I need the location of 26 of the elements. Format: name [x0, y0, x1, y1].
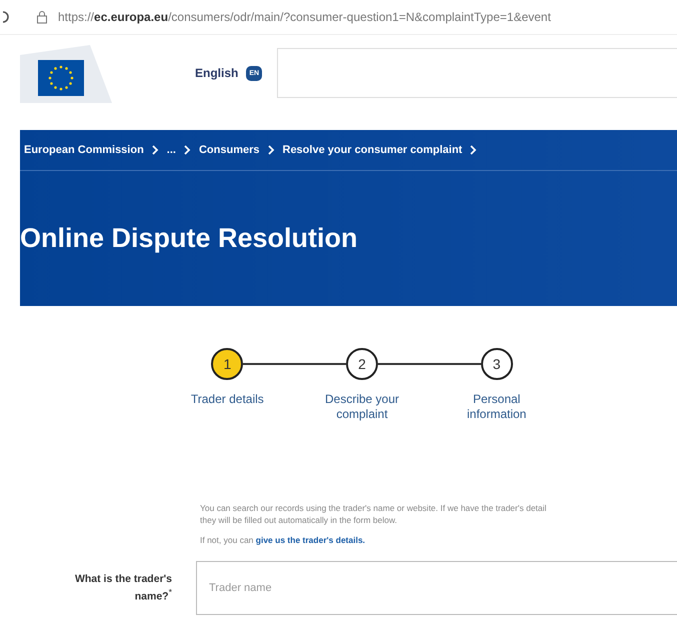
chevron-icon — [184, 145, 191, 155]
step-label: Personal information — [466, 392, 528, 422]
breadcrumb-link[interactable]: Consumers — [198, 144, 260, 156]
breadcrumb-link[interactable]: Resolve your consumer complaint — [282, 144, 462, 156]
step-indicator: 1 — [211, 348, 244, 380]
eu-logo[interactable] — [20, 43, 112, 103]
chevron-icon — [152, 145, 159, 155]
reload-icon[interactable] — [2, 10, 10, 24]
chevron-icon — [268, 145, 274, 155]
chevron-icon — [470, 145, 478, 155]
breadcrumb-link[interactable]: ... — [166, 144, 176, 156]
step-label: Describe your complaint — [324, 392, 400, 422]
step-label: Trader details — [190, 392, 265, 407]
intro-text: You can search our records using the trader's name or website. If we have the trader's detail they will be filled out automatically in the form below. — [200, 502, 548, 526]
field-label: What is the trader's name?$^{*}$ — [74, 572, 172, 604]
step-indicator: 3 — [480, 348, 513, 380]
language-selector[interactable]: English — [195, 66, 238, 80]
breadcrumb-link[interactable]: European Commission — [24, 144, 144, 156]
lock-icon — [36, 10, 48, 24]
step-indicator: 2 — [346, 348, 378, 380]
page-title: Online Dispute Resolution — [20, 222, 359, 254]
search-field[interactable] — [277, 48, 677, 98]
address-url[interactable]: https://ec.europa.eu/consumers/odr/main/?consumer-question1=N&complaintType=1&event — [58, 10, 551, 24]
trader-details-link[interactable]: give us the trader's details. — [256, 535, 366, 545]
intro-prefix: If not, you can — [200, 535, 254, 545]
trader-name-field[interactable]: Trader name — [196, 561, 677, 615]
